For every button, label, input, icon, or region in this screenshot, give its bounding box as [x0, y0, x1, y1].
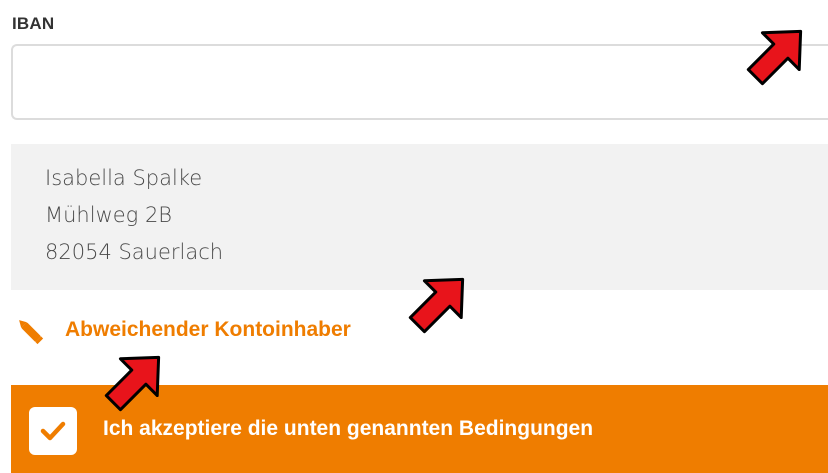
checkmark-icon [40, 421, 66, 441]
pencil-icon [11, 312, 47, 348]
address-street: Mühlweg 2B [45, 203, 173, 227]
accept-terms-checkbox[interactable] [29, 407, 77, 455]
address-name: Isabella Spalke [45, 166, 203, 190]
alternate-holder-label: Abweichender Kontoinhaber [65, 318, 351, 341]
account-holder-address: Isabella Spalke Mühlweg 2B 82054 Sauerla… [11, 144, 828, 290]
accept-terms-bar: Ich akzeptiere die unten genannten Bedin… [11, 385, 828, 473]
iban-label: IBAN [12, 14, 55, 33]
address-city: 82054 Sauerlach [45, 240, 224, 264]
payment-form: IBAN Isabella Spalke Mühlweg 2B 82054 Sa… [0, 0, 828, 473]
iban-input[interactable] [11, 44, 828, 120]
accept-terms-label: Ich akzeptiere die unten genannten Bedin… [103, 417, 594, 440]
alternate-holder-link[interactable]: Abweichender Kontoinhaber [11, 312, 351, 348]
